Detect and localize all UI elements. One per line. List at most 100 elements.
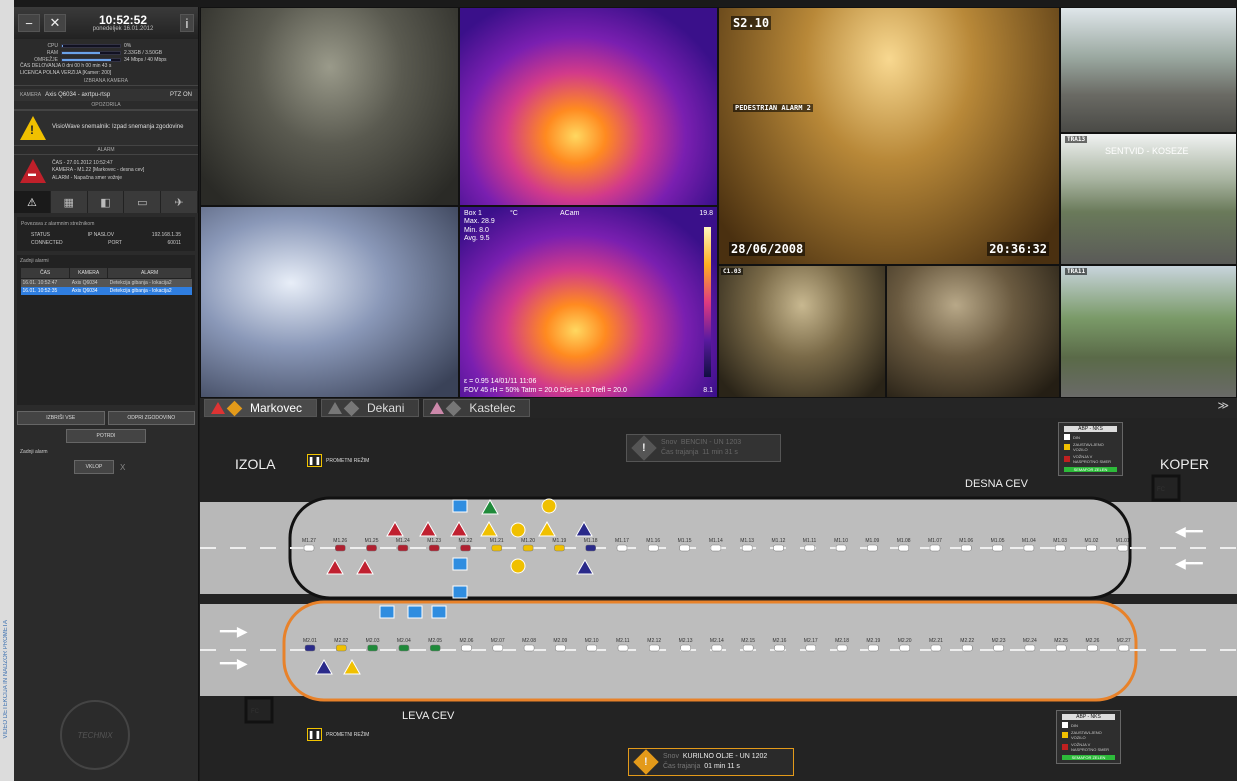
camera-view-1[interactable] [200, 7, 459, 206]
camera-icon[interactable] [303, 544, 315, 552]
camera-icon[interactable] [868, 644, 879, 652]
ventilation-fan-icon[interactable] [452, 585, 468, 599]
camera-icon[interactable] [586, 644, 597, 652]
tab-kastelec[interactable]: Kastelec [423, 399, 531, 417]
tab-grid-icon[interactable]: ▦ [51, 191, 88, 213]
camera-icon[interactable] [711, 644, 723, 652]
camera-icon[interactable] [304, 644, 316, 652]
stop-sign-icon[interactable] [510, 558, 526, 574]
tab-folder-icon[interactable]: ▭ [124, 191, 162, 213]
camera-icon[interactable] [555, 644, 566, 652]
camera-icon[interactable] [992, 544, 1003, 552]
ventilation-fan-icon[interactable] [452, 499, 468, 513]
fc-box-left[interactable] [244, 696, 274, 724]
camera-icon[interactable] [804, 544, 816, 552]
camera-icon[interactable] [367, 644, 378, 652]
camera-icon[interactable] [491, 544, 503, 552]
camera-icon[interactable] [710, 544, 722, 552]
camera-icon[interactable] [648, 544, 659, 552]
camera-icon[interactable] [835, 544, 847, 552]
ventilation-fan-icon[interactable] [379, 605, 395, 619]
ventilation-fan-icon[interactable] [407, 605, 423, 619]
camera-icon[interactable] [962, 644, 973, 652]
camera-icon[interactable] [616, 544, 628, 552]
table-row[interactable]: 16.01. 10:52:35 Axis Q6034 Detekcija gib… [20, 287, 192, 295]
tab-alarms-icon[interactable]: ⚠ [14, 191, 51, 213]
camera-icon[interactable] [336, 644, 347, 652]
camera-icon[interactable] [585, 544, 596, 552]
camera-view-7[interactable]: C1.03 [718, 265, 886, 398]
camera-icon[interactable] [1023, 544, 1035, 552]
selected-camera[interactable]: KAMERA Axis Q6034 - axrtpu-rtsp PTZ ON [14, 89, 198, 101]
camera-icon[interactable] [930, 644, 942, 652]
camera-view-6[interactable]: TRA11 [1060, 265, 1237, 398]
camera-icon[interactable] [993, 644, 1004, 652]
thermal-camera-bottom[interactable]: Box 1 Max. 28.9 Min. 8.0 Avg. 9.5 °C ACa… [459, 206, 718, 398]
col-alarm[interactable]: ALARM [107, 267, 192, 279]
camera-icon[interactable] [617, 644, 629, 652]
stop-sign-icon[interactable] [541, 498, 557, 514]
camera-icon[interactable] [867, 544, 878, 552]
camera-view-4[interactable]: S2.10 PEDESTRIAN ALARM 2 28/06/2008 20:3… [718, 7, 1060, 265]
camera-icon[interactable] [1086, 544, 1097, 552]
camera-icon[interactable] [680, 644, 691, 652]
camera-icon[interactable] [397, 544, 409, 552]
camera-icon[interactable] [554, 544, 565, 552]
camera-icon[interactable] [1117, 544, 1129, 552]
collapse-chevron-icon[interactable]: ≫ [1213, 399, 1233, 417]
tab-dekani[interactable]: Dekani [321, 399, 420, 417]
info-icon[interactable]: i [180, 14, 194, 32]
camera-icon[interactable] [741, 544, 753, 552]
open-history-button[interactable]: ODPRI ZGODOVINO [107, 411, 195, 425]
col-camera[interactable]: KAMERA [69, 267, 109, 279]
camera-icon[interactable] [398, 644, 410, 652]
ventilation-fan-icon[interactable] [431, 605, 447, 619]
enable-button[interactable]: VKLOP [74, 460, 114, 474]
camera-icon[interactable] [461, 644, 472, 652]
camera-icon[interactable] [679, 544, 690, 552]
camera-icon[interactable] [523, 644, 535, 652]
camera-icon[interactable] [961, 544, 972, 552]
thermal-camera-top[interactable] [459, 7, 718, 206]
minimize-button[interactable]: − [18, 14, 40, 32]
col-time[interactable]: ČAS [19, 267, 71, 279]
camera-icon[interactable] [522, 544, 534, 552]
camera-icon[interactable] [805, 644, 817, 652]
camera-view-5[interactable]: TRA13 SENTVID - KOSEZE [1060, 133, 1237, 265]
camera-icon[interactable] [335, 544, 346, 552]
clear-all-button[interactable]: IZBRIŠI VSE [17, 411, 105, 425]
close-button[interactable]: ✕ [44, 14, 66, 32]
camera-icon[interactable] [836, 644, 848, 652]
camera-icon[interactable] [774, 644, 785, 652]
camera-icon[interactable] [899, 644, 910, 652]
camera-icon[interactable] [1055, 644, 1067, 652]
camera-icon[interactable] [742, 644, 754, 652]
ventilation-fan-icon[interactable] [452, 557, 468, 571]
confirm-button[interactable]: POTRDI [66, 429, 146, 443]
camera-icon[interactable] [492, 644, 504, 652]
camera-icon[interactable] [1087, 644, 1098, 652]
thermal-line2: FOV 45 rH = 50% Tatm = 20.0 Dist = 1.0 T… [464, 386, 627, 394]
camera-icon[interactable] [429, 644, 441, 652]
camera-icon[interactable] [649, 644, 660, 652]
camera-icon[interactable] [898, 544, 909, 552]
camera-icon[interactable] [366, 544, 377, 552]
camera-icon[interactable] [1118, 644, 1130, 652]
stop-sign-icon[interactable] [510, 522, 526, 538]
camera-icon[interactable] [428, 544, 440, 552]
tab-markovec[interactable]: Markovec [204, 399, 318, 417]
camera-icon[interactable] [929, 544, 941, 552]
ptz-status[interactable]: PTZ ON [170, 92, 192, 98]
camera-icon[interactable] [1054, 544, 1066, 552]
camera-icon[interactable] [1024, 644, 1036, 652]
camera-label: M1.23 [427, 538, 441, 544]
camera-icon[interactable] [773, 544, 784, 552]
tab-cameras-icon[interactable]: ◧ [88, 191, 125, 213]
camera-view-2[interactable] [200, 206, 459, 398]
disable-button[interactable]: X [120, 463, 125, 472]
camera-icon[interactable] [460, 544, 471, 552]
tab-map-icon[interactable]: ✈ [161, 191, 198, 213]
camera-view-9[interactable] [1060, 7, 1237, 133]
camera-view-8[interactable] [886, 265, 1060, 398]
table-row[interactable]: 16.01. 10:52:47 Axis Q6034 Detekcija gib… [20, 278, 192, 287]
